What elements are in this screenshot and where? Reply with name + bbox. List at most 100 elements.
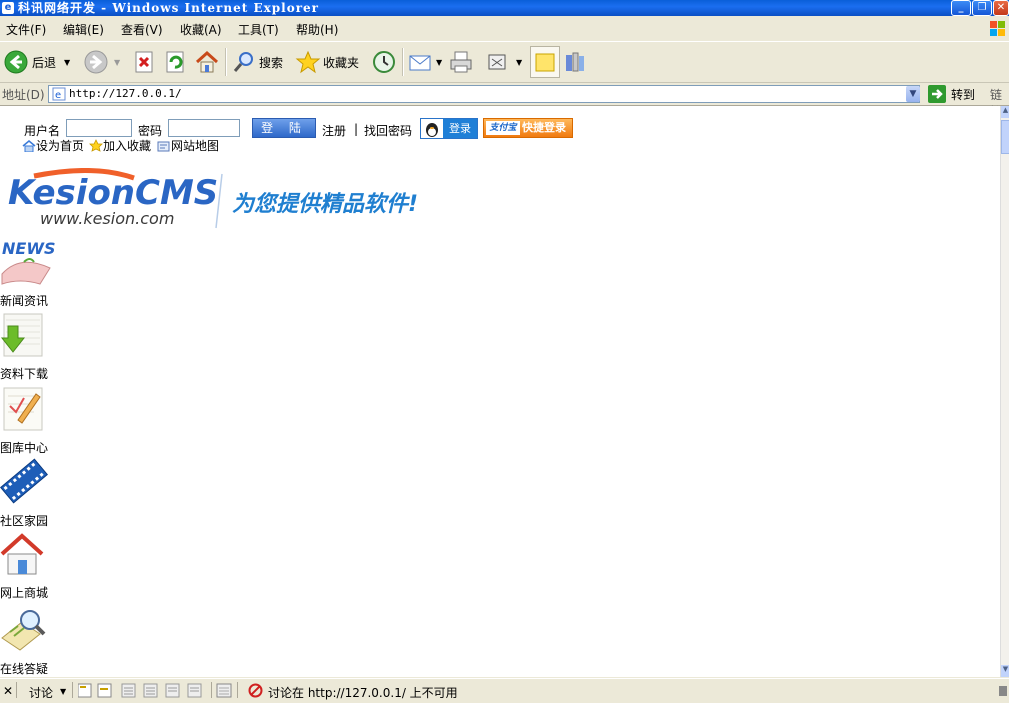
sitemap-icon [157,141,170,151]
nav-shop[interactable]: 网上商城 [0,532,60,600]
discuss-dropdown-icon[interactable]: ▼ [60,687,66,696]
back-dropdown-icon[interactable]: ▼ [64,58,70,67]
menu-edit[interactable]: 编辑(E) [63,21,104,38]
forward-arrow-icon [84,50,108,74]
history-button[interactable] [371,48,397,76]
menu-help[interactable]: 帮助(H) [296,21,338,38]
search-button[interactable]: 搜索 [232,48,283,76]
nav-news[interactable]: NEWS 新闻资讯 [0,234,60,308]
minimize-button[interactable]: _ [951,0,971,16]
register-link[interactable]: 注册 [322,122,346,139]
edit-dropdown-icon[interactable]: ▼ [516,58,522,67]
favorite-star-icon [89,139,103,152]
qq-login-label: 登录 [443,119,477,138]
alipay-login-button[interactable]: 支付宝 快捷登录 [483,118,573,138]
search-icon [233,52,253,72]
stop-icon [135,51,153,73]
print-button[interactable] [448,48,474,76]
link-separator: | [354,122,359,136]
site-logo-banner[interactable]: KesionCMS www.kesion.com 为您提供精品软件! [4,168,434,230]
svg-text:NEWS: NEWS [2,239,56,258]
scroll-thumb[interactable] [1001,120,1009,154]
statusbar-divider [16,682,17,698]
discuss-menu[interactable]: 讨论 [29,684,53,701]
favorites-label: 收藏夹 [323,55,360,70]
window-title: 科讯网络开发 - Windows Internet Explorer [18,1,319,15]
windows-flag-icon [987,17,1009,41]
sitemap-label: 网站地图 [171,139,220,153]
house-icon [0,533,44,575]
ie-app-icon: e [2,2,14,14]
menu-file[interactable]: 文件(F) [6,21,46,38]
download-icon [0,313,43,357]
back-button[interactable]: 后退 ▼ [4,48,70,76]
discuss-tool-icons[interactable] [78,683,214,699]
nav-news-label: 新闻资讯 [0,294,49,308]
nav-gallery-label: 图库中心 [0,441,49,455]
favorites-button[interactable]: 收藏夹 [295,48,359,76]
nav-community[interactable]: 社区家园 [0,457,60,528]
discuss-pane-icon[interactable] [216,683,232,698]
back-label: 后退 [32,55,57,70]
address-input[interactable]: e http://127.0.0.1/ [48,85,920,103]
username-input[interactable] [66,119,132,137]
close-discuss-icon[interactable]: ✕ [3,684,13,698]
maximize-button[interactable]: ❐ [972,0,992,16]
menu-favorites[interactable]: 收藏(A) [180,21,222,38]
discuss-status-message: 讨论在 http://127.0.0.1/ 上不可用 [268,686,458,700]
menu-tools[interactable]: 工具(T) [238,21,279,38]
address-label: 地址(D) [2,88,45,102]
svg-text:e: e [55,90,61,101]
sitemap-link[interactable]: 网站地图 [157,137,219,154]
set-homepage-label: 设为首页 [36,139,85,153]
forward-dropdown-icon[interactable]: ▼ [114,58,120,67]
scroll-down-icon[interactable]: ▼ [1001,665,1009,677]
statusbar-divider [237,682,238,698]
news-icon: NEWS [1,239,56,285]
gallery-icon [3,387,43,431]
homepage-icon [22,139,36,152]
search-label: 搜索 [259,55,284,70]
vertical-scrollbar[interactable]: ▲ ▼ [1000,106,1009,677]
resize-grip-icon [999,686,1007,696]
recover-password-link[interactable]: 找回密码 [364,122,412,139]
refresh-button[interactable] [165,48,187,76]
go-button[interactable]: 转到 [928,85,975,103]
page-content: 用户名 密码 登 陆 注册 | 找回密码 登录 支付宝 快捷登录 设为首页 加入… [0,106,1000,677]
edit-button[interactable]: ▼ [486,48,522,76]
set-homepage-link[interactable]: 设为首页 [22,137,84,154]
research-button[interactable] [564,48,586,76]
nav-qa[interactable]: 在线答疑 [0,604,60,676]
forward-button[interactable]: ▼ [84,48,120,76]
nav-download[interactable]: 资料下载 [0,312,60,381]
nav-community-label: 社区家园 [0,514,49,528]
nav-gallery[interactable]: 图库中心 [0,386,60,455]
stop-button[interactable] [134,48,156,76]
go-arrow-icon [928,85,946,103]
note-icon [535,53,555,72]
qq-login-button[interactable]: 登录 [420,118,478,139]
address-dropdown-icon[interactable]: ▼ [906,86,920,102]
home-button[interactable] [195,48,219,76]
toolbar-separator [225,48,227,76]
login-button[interactable]: 登 陆 [252,118,316,138]
mail-icon [409,55,431,71]
mail-button[interactable]: ▼ [408,48,442,76]
logo-slogan: 为您提供精品软件! [232,192,419,217]
menu-view[interactable]: 查看(V) [121,21,163,38]
nav-shop-label: 网上商城 [0,586,49,600]
star-icon [295,50,321,74]
toolbar-separator [402,48,404,76]
home-icon [195,50,219,73]
mail-dropdown-icon[interactable]: ▼ [436,58,442,67]
password-input[interactable] [168,119,240,137]
page-icon: e [52,87,66,101]
books-icon [566,52,584,72]
close-button[interactable]: ✕ [993,0,1009,16]
discuss-toolbar-button[interactable] [530,46,560,78]
nav-qa-label: 在线答疑 [0,662,49,676]
alipay-badge: 支付宝 [486,121,520,135]
scroll-up-icon[interactable]: ▲ [1001,106,1009,118]
add-favorite-link[interactable]: 加入收藏 [89,137,151,154]
statusbar-divider [72,682,73,698]
